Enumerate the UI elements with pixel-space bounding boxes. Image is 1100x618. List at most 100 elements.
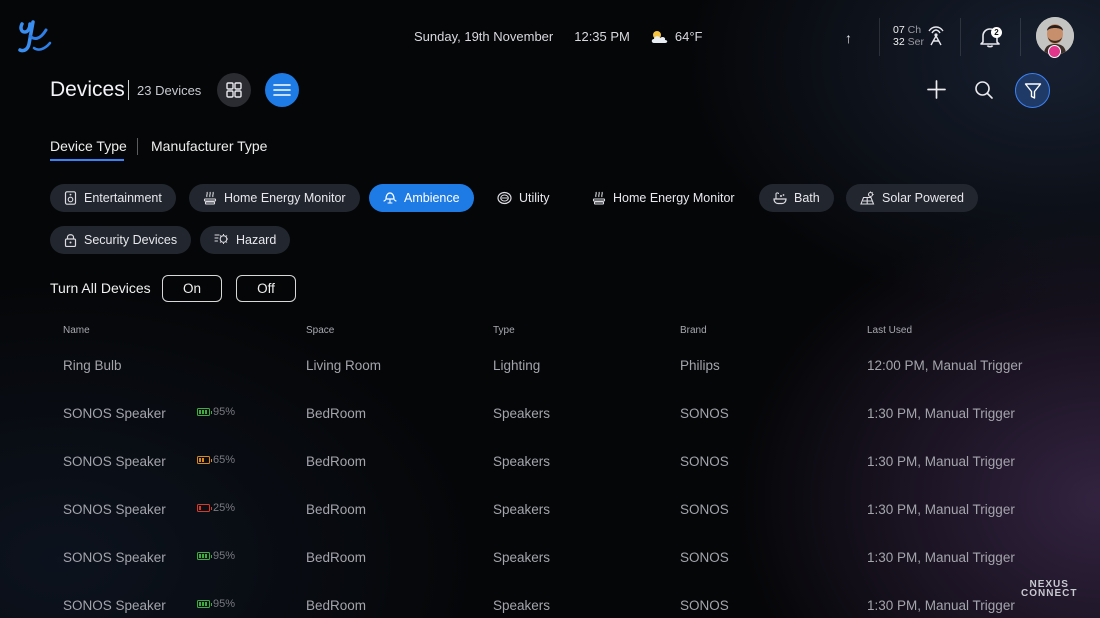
energy-icon bbox=[592, 191, 606, 205]
list-view-button[interactable] bbox=[265, 73, 299, 107]
energy-icon bbox=[203, 191, 217, 205]
device-name: SONOS Speaker bbox=[63, 406, 166, 421]
chip-security-devices[interactable]: Security Devices bbox=[50, 226, 192, 254]
device-space: BedRoom bbox=[306, 502, 367, 517]
chip-hazard[interactable]: Hazard bbox=[200, 226, 291, 254]
lamp-icon bbox=[383, 192, 397, 204]
battery-indicator: 95% bbox=[197, 550, 235, 562]
chip-home-energy-monitor[interactable]: Home Energy Monitor bbox=[189, 184, 360, 212]
premium-crown-icon bbox=[1048, 45, 1061, 58]
watermark-line-2: CONNECT bbox=[1021, 588, 1078, 599]
device-space: BedRoom bbox=[306, 454, 367, 469]
column-header-last-used[interactable]: Last Used bbox=[867, 325, 912, 336]
chip-bath[interactable]: Bath bbox=[759, 184, 834, 212]
battery-high-icon bbox=[197, 552, 212, 560]
device-last-used: 1:30 PM, Manual Trigger bbox=[867, 598, 1015, 613]
page-title: Devices bbox=[50, 78, 125, 101]
device-space: BedRoom bbox=[306, 406, 367, 421]
battery-low-icon bbox=[197, 504, 212, 512]
chip-label: Security Devices bbox=[84, 233, 178, 247]
device-brand: Philips bbox=[680, 358, 720, 373]
device-last-used: 1:30 PM, Manual Trigger bbox=[867, 502, 1015, 517]
tab-active-indicator bbox=[50, 159, 124, 161]
title-divider bbox=[128, 80, 129, 100]
hazard-icon bbox=[214, 234, 228, 244]
chip-label: Entertainment bbox=[84, 191, 162, 205]
device-brand: SONOS bbox=[680, 550, 729, 565]
add-device-icon[interactable] bbox=[926, 79, 947, 100]
device-name: Ring Bulb bbox=[63, 358, 122, 373]
device-name: SONOS Speaker bbox=[63, 598, 166, 613]
battery-high-icon bbox=[197, 600, 212, 608]
channel-info: 07 Ch 32 Ser bbox=[893, 24, 924, 48]
grid-view-button[interactable] bbox=[217, 73, 251, 107]
bath-icon bbox=[773, 192, 787, 205]
chip-label: Home Energy Monitor bbox=[613, 191, 735, 205]
tab-device-type[interactable]: Device Type bbox=[50, 138, 127, 154]
device-type: Speakers bbox=[493, 502, 551, 517]
turn-all-on-button[interactable]: On bbox=[162, 275, 222, 302]
weather: 64°F bbox=[650, 29, 703, 44]
device-space: Living Room bbox=[306, 358, 382, 373]
chip-ambience[interactable]: Ambience bbox=[369, 184, 474, 212]
device-name: SONOS Speaker bbox=[63, 502, 166, 517]
chip-utility[interactable]: Utility bbox=[483, 184, 564, 212]
device-brand: SONOS bbox=[680, 454, 729, 469]
service-unit: Ser bbox=[907, 36, 924, 48]
notification-badge: 2 bbox=[991, 27, 1002, 38]
battery-high-icon bbox=[197, 408, 212, 416]
solar-icon bbox=[860, 191, 875, 205]
chip-label: Home Energy Monitor bbox=[224, 191, 346, 205]
column-header-name[interactable]: Name bbox=[63, 325, 90, 336]
temperature-text: 64°F bbox=[674, 29, 703, 44]
chip-label: Solar Powered bbox=[882, 191, 964, 205]
device-count: 23 Devices bbox=[137, 83, 202, 98]
top-bar: Sunday, 19th November 12:35 PM 64°F ↑ 07… bbox=[0, 0, 1100, 72]
device-brand: SONOS bbox=[680, 598, 729, 613]
grid-icon bbox=[226, 82, 242, 98]
device-type: Speakers bbox=[493, 598, 551, 613]
device-last-used: 1:30 PM, Manual Trigger bbox=[867, 550, 1015, 565]
device-type: Speakers bbox=[493, 406, 551, 421]
list-icon bbox=[273, 84, 291, 96]
tab-divider bbox=[137, 138, 138, 155]
chip-label: Ambience bbox=[404, 191, 460, 205]
app-logo-icon[interactable] bbox=[16, 18, 52, 56]
time-text: 12:35 PM bbox=[574, 29, 630, 44]
filter-icon bbox=[1024, 82, 1041, 99]
lock-icon bbox=[64, 234, 77, 247]
nexus-connect-watermark: NEXUS CONNECT bbox=[1021, 580, 1078, 599]
chip-solar-powered[interactable]: Solar Powered bbox=[846, 184, 978, 212]
filter-button[interactable] bbox=[1015, 73, 1050, 108]
upload-arrow-icon[interactable]: ↑ bbox=[845, 30, 852, 46]
device-name: SONOS Speaker bbox=[63, 550, 166, 565]
partly-cloudy-icon bbox=[651, 30, 668, 43]
column-header-space[interactable]: Space bbox=[306, 325, 334, 336]
device-brand: SONOS bbox=[680, 406, 729, 421]
chip-label: Utility bbox=[519, 191, 550, 205]
battery-percent: 95% bbox=[213, 598, 236, 610]
device-last-used: 1:30 PM, Manual Trigger bbox=[867, 454, 1015, 469]
battery-percent: 95% bbox=[213, 550, 236, 562]
device-last-used: 1:30 PM, Manual Trigger bbox=[867, 406, 1015, 421]
antenna-icon bbox=[928, 26, 944, 46]
device-type: Speakers bbox=[493, 550, 551, 565]
device-brand: SONOS bbox=[680, 502, 729, 517]
turn-all-off-button[interactable]: Off bbox=[236, 275, 296, 302]
washer-icon bbox=[497, 191, 512, 205]
tab-manufacturer-type[interactable]: Manufacturer Type bbox=[151, 138, 267, 154]
turn-all-label: Turn All Devices bbox=[50, 280, 151, 296]
column-header-brand[interactable]: Brand bbox=[680, 325, 707, 336]
divider bbox=[1020, 18, 1021, 56]
speaker-icon bbox=[64, 191, 77, 205]
device-type: Speakers bbox=[493, 454, 551, 469]
chip-home-energy-monitor-2[interactable]: Home Energy Monitor bbox=[578, 184, 749, 212]
chip-entertainment[interactable]: Entertainment bbox=[50, 184, 176, 212]
chip-label: Hazard bbox=[236, 233, 277, 247]
battery-indicator: 95% bbox=[197, 598, 235, 610]
date-text: Sunday, 19th November bbox=[414, 29, 554, 44]
battery-percent: 95% bbox=[213, 406, 236, 418]
search-icon[interactable] bbox=[974, 80, 994, 100]
channel-unit: Ch bbox=[907, 24, 922, 36]
column-header-type[interactable]: Type bbox=[493, 325, 515, 336]
